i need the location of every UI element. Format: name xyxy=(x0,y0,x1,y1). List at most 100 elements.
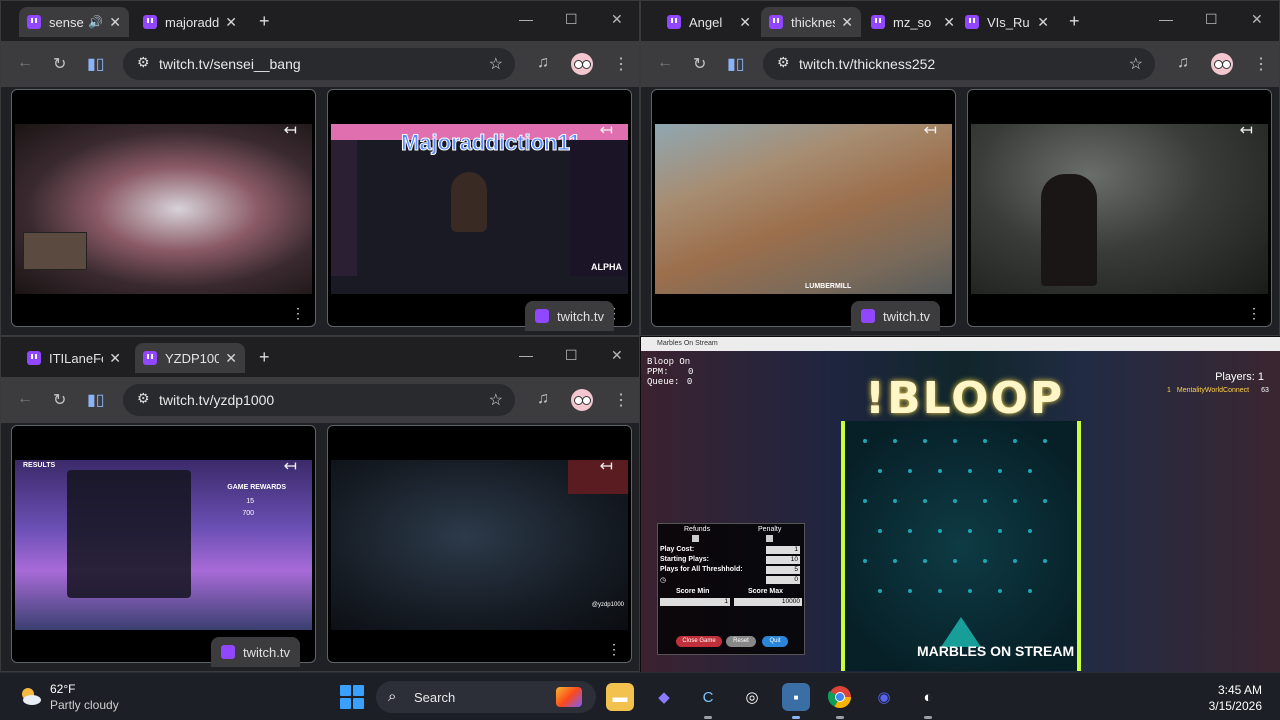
split-view-icon[interactable]: ▮▯ xyxy=(727,54,745,74)
weather-temperature[interactable]: 62°F xyxy=(50,682,75,696)
minimize-button[interactable]: — xyxy=(519,11,533,27)
start-button[interactable] xyxy=(340,685,364,709)
refunds-checkbox[interactable] xyxy=(692,535,699,542)
discord-icon[interactable]: ◉ xyxy=(870,683,898,711)
menu-kebab-icon[interactable]: ⋮ xyxy=(613,54,629,74)
minimize-button[interactable]: — xyxy=(519,347,533,363)
starting-plays-input[interactable]: 10 xyxy=(766,556,800,564)
file-explorer-icon[interactable]: ▬ xyxy=(606,683,634,711)
threshold-input[interactable]: 5 xyxy=(766,566,800,574)
back-icon[interactable]: ← xyxy=(657,54,673,72)
close-tab-icon[interactable]: ✕ xyxy=(109,14,121,31)
close-window-button[interactable]: ✕ xyxy=(611,347,623,364)
new-tab-button[interactable]: + xyxy=(1069,11,1080,32)
media-control-icon[interactable]: ♫ xyxy=(537,390,549,408)
video-tile-4[interactable]: ↤ ⋮ xyxy=(967,89,1272,327)
tab-itilane[interactable]: ITILaneFo ✕ xyxy=(19,343,129,373)
marbles-game-area[interactable]: Bloop On PPM: 0 Queue: 0 !BLOOP Players:… xyxy=(641,351,1280,672)
system-clock[interactable]: 3:45 AM 3/15/2026 xyxy=(1209,682,1262,714)
exit-icon[interactable]: ↤ xyxy=(600,120,613,140)
site-info-icon[interactable]: ⚙ xyxy=(777,54,790,71)
profile-avatar[interactable] xyxy=(1211,53,1233,75)
stream-video[interactable]: @yzdp1000 xyxy=(331,460,628,630)
maximize-button[interactable]: ☐ xyxy=(565,347,578,364)
weather-condition[interactable]: Partly cloudy xyxy=(50,698,119,712)
back-icon[interactable]: ← xyxy=(17,390,33,408)
bookmark-star-icon[interactable]: ☆ xyxy=(489,390,503,410)
stream-video[interactable] xyxy=(15,124,312,294)
tab-majoraddiction[interactable]: majoraddiction11 ✕ xyxy=(135,7,245,37)
app-ball-icon[interactable]: ◐ xyxy=(914,683,942,711)
video-tile-3[interactable]: LUMBERMILL ↤ ⋮ xyxy=(651,89,956,327)
reload-icon[interactable]: ↻ xyxy=(53,390,66,410)
quit-button[interactable]: Quit xyxy=(762,636,788,647)
taskbar-search[interactable]: ⌕ Search xyxy=(376,681,596,713)
tile-menu-icon[interactable]: ⋮ xyxy=(607,641,621,658)
split-view-icon[interactable]: ▮▯ xyxy=(87,54,105,74)
close-game-button[interactable]: Close Game xyxy=(676,636,722,647)
reset-button[interactable]: Reset xyxy=(726,636,756,647)
close-tab-icon[interactable]: ✕ xyxy=(225,14,237,31)
bookmark-star-icon[interactable]: ☆ xyxy=(489,54,503,74)
menu-kebab-icon[interactable]: ⋮ xyxy=(1253,54,1269,74)
address-bar[interactable]: ⚙ twitch.tv/yzdp1000 ☆ xyxy=(123,384,515,416)
close-tab-icon[interactable]: ✕ xyxy=(943,14,955,31)
play-cost-input[interactable]: 1 xyxy=(766,546,800,554)
media-control-icon[interactable]: ♫ xyxy=(1177,54,1189,72)
minimize-button[interactable]: — xyxy=(1159,11,1173,27)
stream-video[interactable]: Majoraddiction11 ALPHA xyxy=(331,124,628,294)
tile-menu-icon[interactable]: ⋮ xyxy=(1247,305,1261,322)
score-min-input[interactable]: 1 xyxy=(660,598,730,606)
chrome-icon[interactable] xyxy=(826,683,854,711)
app-launcher-icon[interactable]: ◆ xyxy=(650,683,678,711)
reload-icon[interactable]: ↻ xyxy=(693,54,706,74)
score-max-input[interactable]: 10000 xyxy=(734,598,802,606)
exit-icon[interactable]: ↤ xyxy=(1240,120,1253,140)
video-tile-1[interactable]: ↤ ⋮ xyxy=(11,89,316,327)
stream-video[interactable]: RESULTS GAME REWARDS 15 700 xyxy=(15,460,312,630)
timer-input[interactable]: 0 xyxy=(766,576,800,584)
site-info-icon[interactable]: ⚙ xyxy=(137,390,150,407)
stream-video[interactable]: LUMBERMILL xyxy=(655,124,952,294)
profile-avatar[interactable] xyxy=(571,389,593,411)
stream-video[interactable] xyxy=(971,124,1268,294)
maximize-button[interactable]: ☐ xyxy=(565,11,578,28)
video-tile-6[interactable]: @yzdp1000 ↤ ⋮ xyxy=(327,425,632,663)
obs-icon[interactable]: ◎ xyxy=(738,683,766,711)
tab-thickness[interactable]: thickness252 ✕ xyxy=(761,7,861,37)
menu-kebab-icon[interactable]: ⋮ xyxy=(613,390,629,410)
site-info-icon[interactable]: ⚙ xyxy=(137,54,150,71)
tile-menu-icon[interactable]: ⋮ xyxy=(291,305,305,322)
video-tile-5[interactable]: RESULTS GAME REWARDS 15 700 ↤ ⋮ xyxy=(11,425,316,663)
maximize-button[interactable]: ☐ xyxy=(1205,11,1218,28)
bookmark-star-icon[interactable]: ☆ xyxy=(1129,54,1143,74)
app-c-icon[interactable]: C xyxy=(694,683,722,711)
tab-angel[interactable]: Angel ✕ xyxy=(659,7,759,37)
twitch-link-chip[interactable]: twitch.tv xyxy=(525,301,614,331)
close-window-button[interactable]: ✕ xyxy=(1251,11,1263,28)
exit-icon[interactable]: ↤ xyxy=(924,120,937,140)
split-view-icon[interactable]: ▮▯ xyxy=(87,390,105,410)
media-control-icon[interactable]: ♫ xyxy=(537,54,549,72)
close-tab-icon[interactable]: ✕ xyxy=(1037,14,1049,31)
tab-vis-ru[interactable]: VIs_Ru ✕ xyxy=(957,7,1057,37)
exit-icon[interactable]: ↤ xyxy=(284,456,297,476)
address-bar[interactable]: ⚙ twitch.tv/thickness252 ☆ xyxy=(763,48,1155,80)
close-tab-icon[interactable]: ✕ xyxy=(841,14,853,31)
penalty-checkbox[interactable] xyxy=(766,535,773,542)
close-tab-icon[interactable]: ✕ xyxy=(109,350,121,367)
tab-yzdp[interactable]: YZDP1000 ✕ xyxy=(135,343,245,373)
new-tab-button[interactable]: + xyxy=(259,347,270,368)
twitch-link-chip[interactable]: twitch.tv xyxy=(211,637,300,667)
reload-icon[interactable]: ↻ xyxy=(53,54,66,74)
close-tab-icon[interactable]: ✕ xyxy=(739,14,751,31)
marbles-app-icon[interactable]: ■ xyxy=(782,683,810,711)
tab-mz-so[interactable]: mz_so ✕ xyxy=(863,7,963,37)
new-tab-button[interactable]: + xyxy=(259,11,270,32)
close-window-button[interactable]: ✕ xyxy=(611,11,623,28)
speaker-icon[interactable]: 🔊 xyxy=(88,15,103,29)
back-icon[interactable]: ← xyxy=(17,54,33,72)
address-bar[interactable]: ⚙ twitch.tv/sensei__bang ☆ xyxy=(123,48,515,80)
close-tab-icon[interactable]: ✕ xyxy=(225,350,237,367)
profile-avatar[interactable] xyxy=(571,53,593,75)
